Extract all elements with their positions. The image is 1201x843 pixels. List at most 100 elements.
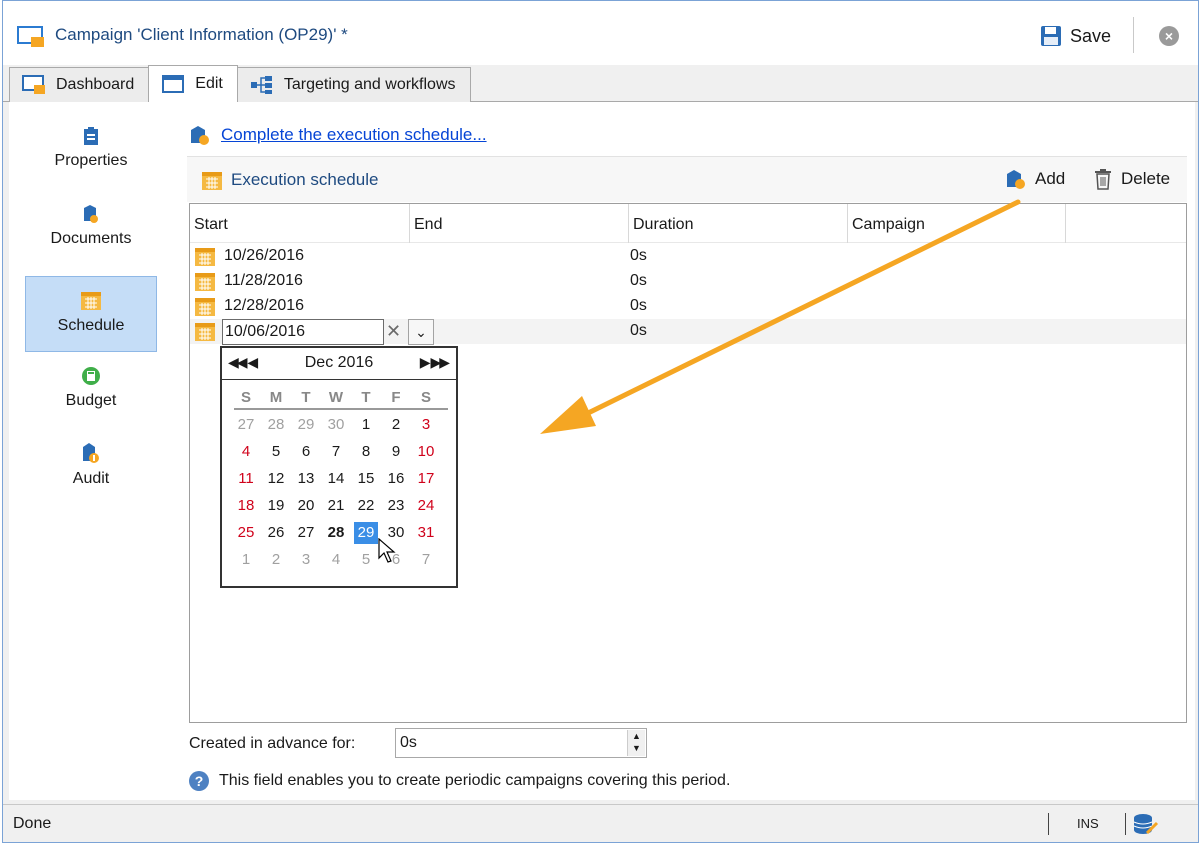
complete-schedule-link[interactable]: Complete the execution schedule... xyxy=(221,125,487,145)
date-picker-header: ◀◀ ◀ Dec 2016 ▶ ▶▶ xyxy=(222,348,456,380)
duration-cell: 0s xyxy=(630,272,647,289)
database-icon xyxy=(1133,814,1159,835)
start-date-input[interactable]: 10/06/2016 xyxy=(222,319,384,345)
campaign-icon xyxy=(17,26,44,47)
tab-label: Edit xyxy=(195,75,223,92)
calendar-day[interactable]: 25 xyxy=(234,522,258,544)
calendar-day[interactable]: 22 xyxy=(354,495,378,517)
calendar-day[interactable]: 20 xyxy=(294,495,318,517)
title-bar: Campaign 'Client Information (OP29)' * S… xyxy=(3,1,1198,65)
table-row[interactable]: 12/28/2016 0s xyxy=(190,294,1186,319)
calendar-icon xyxy=(195,273,215,291)
table-row-editing[interactable]: 10/06/2016 ✕ ⌄ 0s xyxy=(190,319,1186,345)
calendar-day[interactable]: 27 xyxy=(234,414,258,436)
calendar-day[interactable]: 8 xyxy=(354,441,378,463)
calendar-icon xyxy=(195,323,215,341)
calendar-day[interactable]: 11 xyxy=(234,468,258,490)
weekday-label: W xyxy=(328,389,344,406)
sidebar-item-audit[interactable]: Audit xyxy=(25,442,157,502)
calendar-day[interactable]: 12 xyxy=(264,468,288,490)
save-button[interactable]: Save xyxy=(1040,21,1111,51)
calendar-day[interactable]: 24 xyxy=(414,495,438,517)
calendar-day[interactable]: 27 xyxy=(294,522,318,544)
status-divider xyxy=(1125,813,1126,835)
calendar-day[interactable]: 26 xyxy=(264,522,288,544)
calendar-day[interactable]: 13 xyxy=(294,468,318,490)
calendar-day[interactable]: 3 xyxy=(294,549,318,571)
column-start[interactable]: Start xyxy=(190,204,410,243)
edit-panel: Properties Documents Schedule Budget Aud… xyxy=(9,102,1195,800)
sidebar-item-properties[interactable]: Properties xyxy=(25,126,157,186)
calendar-day[interactable]: 4 xyxy=(234,441,258,463)
weekday-label: T xyxy=(361,389,371,406)
sidebar-item-label: Schedule xyxy=(57,317,125,334)
column-campaign[interactable]: Campaign xyxy=(848,204,1066,243)
calendar-day[interactable]: 9 xyxy=(384,441,408,463)
campaign-window: Campaign 'Client Information (OP29)' * S… xyxy=(2,0,1199,843)
floppy-icon xyxy=(1041,26,1061,46)
sidebar-item-schedule[interactable]: Schedule xyxy=(25,276,157,352)
schedule-link-row: Complete the execution schedule... xyxy=(189,124,487,146)
schedule-toolbar: Execution schedule Add Delete xyxy=(187,156,1187,202)
calendar-day[interactable]: 23 xyxy=(384,495,408,517)
save-label: Save xyxy=(1070,25,1112,46)
column-duration[interactable]: Duration xyxy=(629,204,848,243)
start-cell: 12/28/2016 xyxy=(224,297,305,314)
calendar-day[interactable]: 7 xyxy=(414,549,438,571)
close-icon[interactable]: × xyxy=(1159,26,1179,46)
table-row[interactable]: 11/28/2016 0s xyxy=(190,269,1186,294)
sidebar-item-documents[interactable]: Documents xyxy=(25,204,157,264)
calendar-day[interactable]: 31 xyxy=(414,522,438,544)
sidebar-item-budget[interactable]: Budget xyxy=(25,366,157,426)
advance-input[interactable]: 0s xyxy=(395,728,647,758)
duration-cell: 0s xyxy=(630,322,647,339)
calendar-day[interactable]: 5 xyxy=(264,441,288,463)
tab-targeting[interactable]: Targeting and workflows xyxy=(236,67,471,102)
sidebar-item-label: Audit xyxy=(72,470,110,487)
trash-icon xyxy=(1095,169,1111,190)
table-row[interactable]: 10/26/2016 0s xyxy=(190,244,1186,269)
next-month-icon[interactable]: ▶ ▶▶ xyxy=(420,354,450,371)
calendar-icon xyxy=(195,298,215,316)
calendar-day[interactable]: 10 xyxy=(414,441,438,463)
calendar-day[interactable]: 7 xyxy=(324,441,348,463)
tab-edit[interactable]: Edit xyxy=(148,65,238,102)
execution-schedule-title: Execution schedule xyxy=(201,169,378,191)
add-button[interactable]: Add xyxy=(1005,168,1065,190)
calendar-day[interactable]: 1 xyxy=(354,414,378,436)
calendar-day-selected[interactable]: 29 xyxy=(354,522,378,544)
calendar-day[interactable]: 21 xyxy=(324,495,348,517)
delete-button[interactable]: Delete xyxy=(1093,168,1170,190)
sidebar-item-label: Documents xyxy=(50,230,132,247)
calendar-day[interactable]: 14 xyxy=(324,468,348,490)
calendar-day[interactable]: 16 xyxy=(384,468,408,490)
calendar-day[interactable]: 17 xyxy=(414,468,438,490)
advance-spinner[interactable]: ▲ ▼ xyxy=(627,730,645,756)
clear-icon[interactable]: ✕ xyxy=(386,321,401,342)
calendar-day[interactable]: 15 xyxy=(354,468,378,490)
budget-icon xyxy=(82,367,100,385)
status-bar: Done INS xyxy=(3,804,1198,842)
duration-cell: 0s xyxy=(630,247,647,264)
chevron-down-icon[interactable]: ⌄ xyxy=(408,319,434,345)
calendar-day[interactable]: 3 xyxy=(414,414,438,436)
calendar-day[interactable]: 18 xyxy=(234,495,258,517)
calendar-day[interactable]: 5 xyxy=(354,549,378,571)
calendar-day[interactable]: 2 xyxy=(264,549,288,571)
calendar-day[interactable]: 29 xyxy=(294,414,318,436)
help-icon: ? xyxy=(189,771,209,791)
calendar-day[interactable]: 4 xyxy=(324,549,348,571)
tab-dashboard[interactable]: Dashboard xyxy=(9,67,150,102)
start-cell: 10/26/2016 xyxy=(224,247,305,264)
calendar-day[interactable]: 28 xyxy=(324,522,348,544)
calendar-day[interactable]: 1 xyxy=(234,549,258,571)
calendar-day[interactable]: 28 xyxy=(264,414,288,436)
column-end[interactable]: End xyxy=(410,204,629,243)
calendar-day[interactable]: 6 xyxy=(294,441,318,463)
calendar-day[interactable]: 30 xyxy=(324,414,348,436)
calendar-day[interactable]: 19 xyxy=(264,495,288,517)
calendar-day[interactable]: 2 xyxy=(384,414,408,436)
advance-label: Created in advance for: xyxy=(189,735,356,752)
duration-cell: 0s xyxy=(630,297,647,314)
tab-strip: Dashboard Edit Targeting and workflows xyxy=(9,65,471,102)
